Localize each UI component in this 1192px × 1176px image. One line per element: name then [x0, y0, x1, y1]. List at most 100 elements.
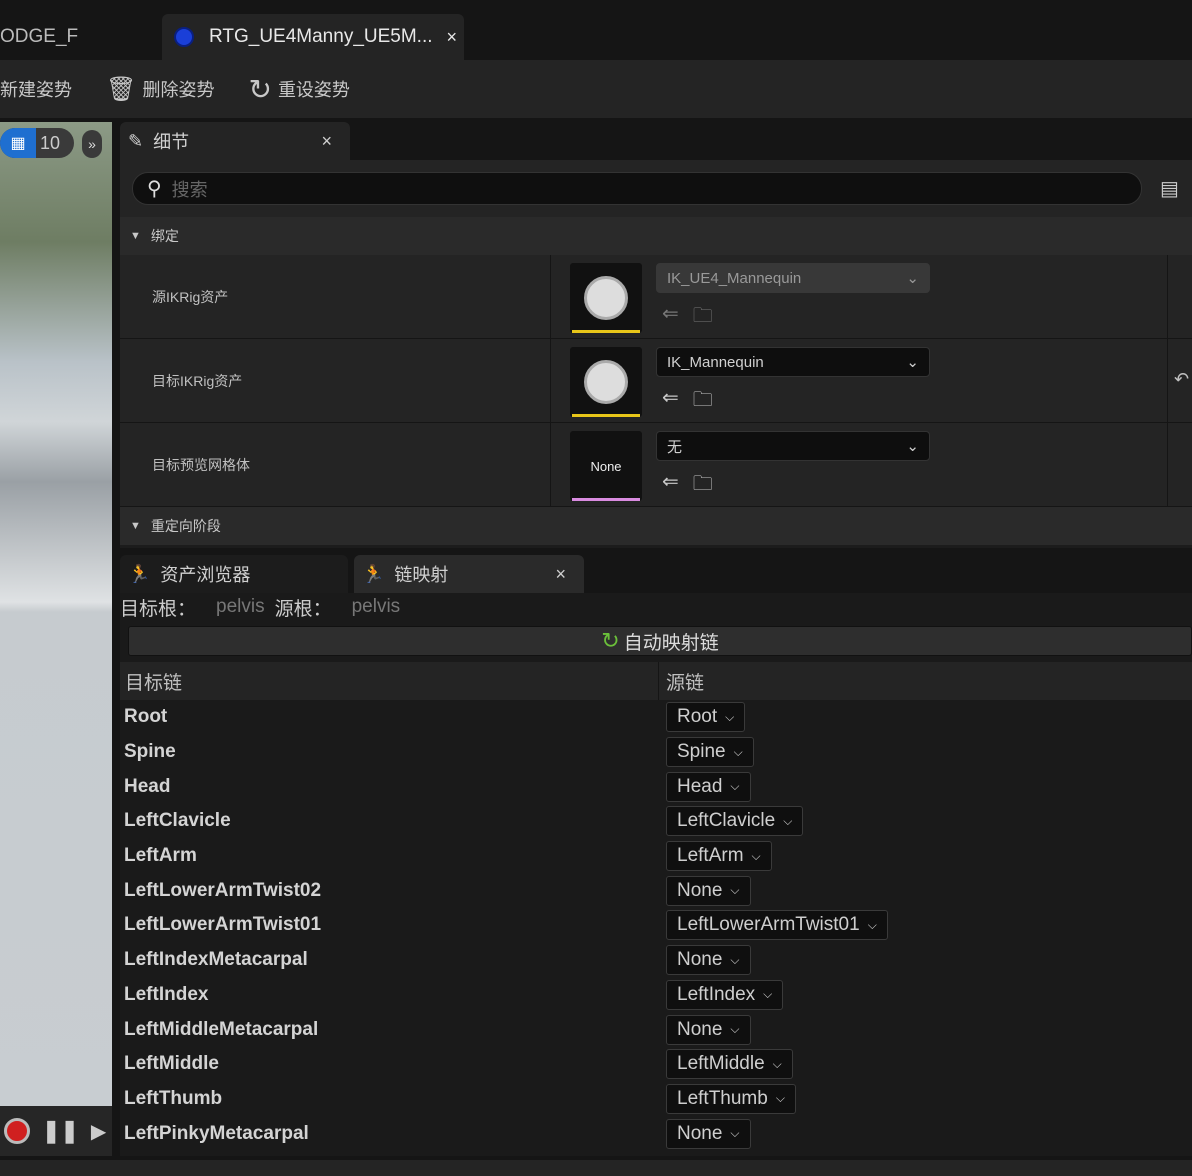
- label: 新建姿势: [0, 80, 72, 100]
- preview-mesh-combo[interactable]: 无 ⌄: [656, 431, 930, 461]
- thumbnail-label: None: [590, 458, 622, 474]
- tab-asset-browser[interactable]: 🏃 资产浏览器: [120, 555, 348, 593]
- close-icon[interactable]: ×: [321, 131, 332, 152]
- dropdown-value: Head: [677, 775, 723, 797]
- source-chain-dropdown[interactable]: None ⌵: [666, 945, 751, 976]
- target-chain-name: LeftIndex: [124, 983, 209, 1005]
- chevron-down-icon: ⌵: [730, 1126, 740, 1141]
- tab-label: ODGE_F: [0, 26, 79, 47]
- chain-row: LeftThumb LeftThumb ⌵: [120, 1082, 1192, 1117]
- button-label: 自动映射链: [623, 632, 719, 654]
- chevron-down-icon: ⌵: [763, 987, 773, 1002]
- view-options-icon[interactable]: ▤: [1160, 176, 1179, 201]
- tab-retargeter[interactable]: RTG_UE4Manny_UE5M... ×: [162, 14, 464, 60]
- record-icon[interactable]: [4, 1118, 30, 1144]
- chevron-down-icon: ⌵: [751, 848, 761, 863]
- browse-asset-icon[interactable]: 🗀: [693, 385, 713, 419]
- dropdown-value: Root: [677, 706, 718, 728]
- search-input[interactable]: ⚲ 搜索: [132, 172, 1142, 205]
- use-selected-icon[interactable]: ⇐: [662, 301, 679, 335]
- dropdown-value: LeftArm: [677, 845, 744, 867]
- source-chain-dropdown[interactable]: LeftThumb ⌵: [666, 1083, 796, 1114]
- asset-thumbnail[interactable]: [570, 347, 642, 417]
- source-chain-dropdown[interactable]: None ⌵: [666, 1118, 751, 1149]
- use-selected-icon[interactable]: ⇐: [662, 469, 679, 503]
- dropdown-value: LeftIndex: [677, 983, 756, 1005]
- refresh-icon: ↻: [601, 628, 620, 653]
- chevron-down-icon: ⌵: [730, 952, 740, 967]
- dropdown-value: LeftClavicle: [677, 810, 776, 832]
- source-chain-dropdown[interactable]: Root ⌵: [666, 702, 746, 733]
- reset-to-default-icon[interactable]: ↶: [1174, 369, 1189, 390]
- cube-icon: [584, 276, 628, 320]
- edit-icon: ✎: [128, 130, 144, 151]
- dropdown-value: LeftLowerArmTwist01: [677, 914, 860, 936]
- chevron-down-icon: ⌄: [906, 354, 919, 371]
- property-label: 源IKRig资产: [152, 289, 229, 305]
- dropdown-value: None: [677, 1122, 723, 1144]
- tab-details[interactable]: ✎ 细节 ×: [120, 122, 350, 160]
- target-chain-name: LeftLowerArmTwist02: [124, 879, 322, 901]
- tab-dodge[interactable]: ODGE_F: [0, 14, 160, 60]
- dropdown-value: None: [677, 949, 723, 971]
- chain-row: LeftIndex LeftIndex ⌵: [120, 978, 1192, 1013]
- chain-row: LeftLowerArmTwist01 LeftLowerArmTwist01 ⌵: [120, 908, 1192, 943]
- source-root-value: pelvis: [351, 596, 401, 617]
- trash-icon: 🗑: [106, 75, 137, 103]
- viewport[interactable]: ▦ 10 » ❚❚ ▶: [0, 122, 112, 1156]
- source-chain-dropdown[interactable]: None ⌵: [666, 875, 751, 906]
- close-icon[interactable]: ×: [447, 27, 458, 48]
- chevron-down-icon: ⌵: [867, 917, 877, 932]
- auto-map-chains-button[interactable]: ↻ 自动映射链: [128, 626, 1192, 656]
- chain-row: LeftLowerArmTwist02 None ⌵: [120, 873, 1192, 908]
- section-binding[interactable]: ▼ 绑定: [120, 217, 1192, 255]
- search-icon: ⚲: [147, 178, 162, 200]
- details-panel: ⚲ 搜索 ▤ ▼ 绑定 源IKRig资产 IK_UE4_Mannequin ⌄ ⇐ 🗀…: [120, 160, 1192, 548]
- source-ikrig-combo[interactable]: IK_UE4_Mannequin ⌄: [656, 263, 930, 293]
- source-chain-dropdown[interactable]: None ⌵: [666, 1014, 751, 1045]
- step-forward-icon[interactable]: ▶: [91, 1119, 106, 1144]
- source-root-label: 源根：: [274, 598, 332, 620]
- tab-chain-mapping[interactable]: 🏃 链映射 ×: [354, 555, 584, 593]
- source-chain-dropdown[interactable]: LeftLowerArmTwist01 ⌵: [666, 910, 888, 941]
- grid-value: 10: [40, 132, 61, 153]
- source-chain-dropdown[interactable]: LeftMiddle ⌵: [666, 1049, 793, 1080]
- asset-thumbnail[interactable]: [570, 263, 642, 333]
- delete-pose-button[interactable]: 🗑 删除姿势: [106, 75, 214, 104]
- property-target-preview-mesh: 目标预览网格体 None 无 ⌄ ⇐ 🗀: [120, 423, 1192, 507]
- asset-thumbnail[interactable]: None: [570, 431, 642, 501]
- search-placeholder: 搜索: [171, 179, 208, 200]
- source-chain-dropdown[interactable]: LeftIndex ⌵: [666, 979, 784, 1010]
- target-root-value: pelvis: [216, 596, 265, 617]
- target-chain-name: Spine: [124, 741, 176, 763]
- combo-value: 无: [667, 438, 683, 456]
- target-chain-name: LeftMiddle: [124, 1053, 219, 1075]
- grid-snap-toggle[interactable]: ▦ 10: [0, 128, 74, 158]
- source-chain-dropdown[interactable]: Head ⌵: [666, 771, 751, 802]
- browse-asset-icon[interactable]: 🗀: [693, 469, 713, 503]
- source-chain-dropdown[interactable]: Spine ⌵: [666, 737, 754, 768]
- browse-asset-icon[interactable]: 🗀: [693, 301, 713, 335]
- chain-row: Spine Spine ⌵: [120, 735, 1192, 770]
- use-selected-icon[interactable]: ⇐: [662, 385, 679, 419]
- label: 重设姿势: [277, 80, 350, 100]
- chevron-down-icon: ⌄: [906, 438, 919, 455]
- section-retarget-phases[interactable]: ▼ 重定向阶段: [120, 507, 1192, 545]
- pause-icon[interactable]: ❚❚: [42, 1118, 79, 1144]
- expand-icon[interactable]: »: [82, 130, 102, 158]
- new-pose-button[interactable]: 新建姿势: [0, 76, 72, 102]
- dropdown-value: LeftMiddle: [677, 1053, 765, 1075]
- property-target-ikrig: 目标IKRig资产 IK_Mannequin ⌄ ⇐ 🗀 ↶: [120, 339, 1192, 423]
- close-icon[interactable]: ×: [555, 564, 566, 585]
- chain-table-header: 目标链 源链: [120, 662, 1192, 700]
- column-header-target[interactable]: 目标链: [125, 668, 182, 695]
- reset-pose-button[interactable]: ↻ 重设姿势: [248, 73, 349, 106]
- tab-label: 链映射: [394, 565, 449, 585]
- source-chain-dropdown[interactable]: LeftClavicle ⌵: [666, 806, 804, 837]
- refresh-icon: ↻: [248, 73, 272, 105]
- dropdown-value: None: [677, 1018, 723, 1040]
- source-chain-dropdown[interactable]: LeftArm ⌵: [666, 841, 772, 872]
- target-ikrig-combo[interactable]: IK_Mannequin ⌄: [656, 347, 930, 377]
- section-title: 重定向阶段: [150, 518, 221, 534]
- column-header-source[interactable]: 源链: [666, 668, 704, 695]
